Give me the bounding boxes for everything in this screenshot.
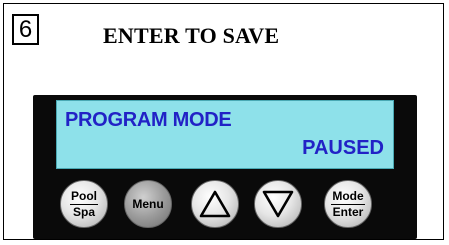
menu-label: Menu (132, 197, 164, 211)
up-button[interactable] (191, 180, 239, 228)
triangle-down-icon (261, 189, 295, 219)
lcd-line-2: PAUSED (302, 137, 384, 159)
mode-enter-button[interactable]: Mode Enter (324, 180, 372, 228)
triangle-up-icon (198, 189, 232, 219)
step-number: 6 (12, 14, 39, 45)
enter-label: Enter (332, 204, 364, 219)
menu-button[interactable]: Menu (124, 180, 172, 228)
pool-label: Pool (70, 188, 98, 205)
lcd-line-1: PROGRAM MODE (65, 109, 232, 131)
mode-label: Mode (331, 188, 365, 205)
lcd-display: PROGRAM MODE PAUSED (56, 100, 394, 169)
spa-label: Spa (72, 204, 95, 219)
page-title: ENTER TO SAVE (103, 23, 280, 48)
down-button[interactable] (254, 180, 302, 228)
pool-spa-button[interactable]: Pool Spa (60, 180, 108, 228)
